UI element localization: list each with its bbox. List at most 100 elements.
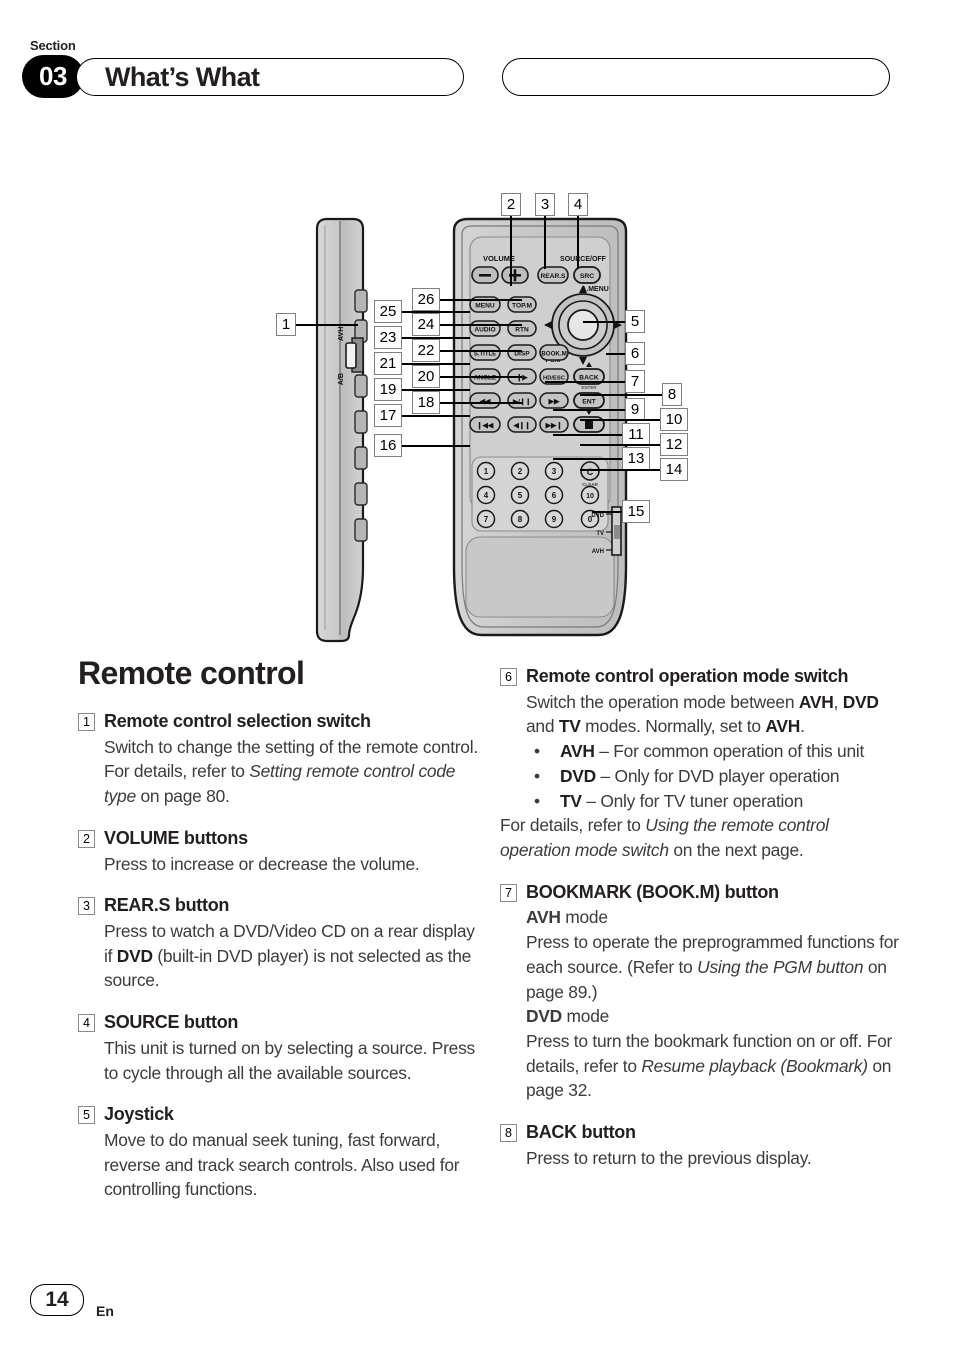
entry-2: 2 VOLUME buttons Press to increase or de… (78, 827, 478, 876)
entry-1: 1 Remote control selection switch Switch… (78, 710, 478, 809)
svg-text:ENT: ENT (582, 399, 596, 406)
entry-8: 8 BACK button Press to return to the pre… (500, 1121, 900, 1170)
leader-line-8 (580, 394, 662, 396)
mode-switch-label-tv: TV (596, 531, 604, 537)
callout-16: 16 (374, 434, 402, 457)
svg-text:❙◀◀: ❙◀◀ (477, 422, 494, 430)
bullet-item: DVD – Only for DVD player operation (526, 764, 900, 789)
callout-10: 10 (660, 408, 688, 431)
callout-20: 20 (412, 365, 440, 388)
entry-title: BOOKMARK (BOOK.M) button (526, 881, 779, 902)
entry-6: 6 Remote control operation mode switch S… (500, 665, 900, 863)
svg-text:AUDIO: AUDIO (474, 327, 495, 334)
callout-9: 9 (625, 398, 645, 421)
entry-6-bullets: AVH – For common operation of this unit … (526, 739, 900, 813)
callout-1: 1 (276, 313, 296, 336)
callout-12: 12 (660, 433, 688, 456)
callout-19: 19 (374, 378, 402, 401)
entry-body: This unit is turned on by selecting a so… (104, 1037, 475, 1083)
entry-body-2: For details, refer to Using the remote c… (500, 815, 829, 860)
leader-line-20 (440, 376, 522, 378)
remote-control-figure: AVH A/B 1 VOLUME SOURCE/OFF A.MENU PGM (0, 180, 954, 650)
entry-title: VOLUME buttons (104, 827, 248, 848)
mode-label-avh: AVH mode (526, 907, 608, 928)
leader-line-17 (402, 415, 470, 418)
svg-text:TOP.M: TOP.M (512, 303, 532, 310)
leader-line-4 (577, 216, 579, 269)
leader-line-1 (296, 324, 358, 326)
entry-title: Remote control operation mode switch (526, 666, 849, 686)
entry-body: Press to return to the previous display. (526, 1147, 812, 1168)
mode-switch-label-dvd: DVD (591, 513, 604, 519)
svg-text:9: 9 (552, 515, 557, 524)
leader-line-13 (553, 458, 622, 460)
entry-number: 7 (500, 883, 517, 902)
leader-line-26 (440, 299, 522, 301)
svg-text:5: 5 (518, 491, 523, 500)
callout-18: 18 (412, 391, 440, 414)
entry-number: 1 (78, 713, 95, 731)
entry-number: 8 (500, 1124, 517, 1143)
page-title: What’s What (105, 62, 260, 92)
callout-13: 13 (622, 447, 650, 470)
entry-number: 2 (78, 829, 95, 848)
svg-text:6: 6 (552, 491, 557, 500)
svg-text:8: 8 (518, 515, 523, 524)
leader-line-11 (553, 434, 622, 436)
callout-26: 26 (412, 288, 440, 311)
page-header: Section 03 What’s What (0, 0, 954, 140)
callout-6: 6 (625, 342, 645, 365)
right-column: 6 Remote control operation mode switch S… (500, 665, 900, 1189)
svg-text:▶▶❙: ▶▶❙ (545, 422, 563, 430)
callout-7: 7 (625, 370, 645, 393)
svg-text:3: 3 (552, 467, 557, 476)
leader-line-2 (510, 216, 512, 286)
leader-line-6 (606, 353, 625, 355)
callout-24: 24 (412, 313, 440, 336)
leader-line-15 (592, 511, 622, 513)
callout-14: 14 (660, 458, 688, 481)
svg-text:S.TITLE: S.TITLE (474, 352, 496, 358)
entry-title: SOURCE button (104, 1012, 239, 1033)
leader-line-9 (553, 409, 625, 411)
label-source-off: SOURCE/OFF (560, 256, 607, 263)
callout-17: 17 (374, 404, 402, 427)
header-pill-right (502, 58, 890, 96)
mode-label-dvd: DVD mode (526, 1006, 610, 1027)
leader-line-7 (545, 381, 625, 383)
section-word: Section (30, 38, 76, 53)
leader-line-24 (440, 324, 522, 326)
svg-text:2: 2 (518, 467, 523, 476)
svg-text:◀❙❙: ◀❙❙ (512, 422, 530, 430)
mode-switch-label-avh: AVH (592, 549, 604, 555)
svg-text:RTN: RTN (515, 327, 529, 334)
entry-body: Press to operate the preprogrammed funct… (526, 932, 899, 1002)
entry-body: Move to do manual seek tuning, fast forw… (104, 1130, 460, 1200)
language-code: En (96, 1303, 114, 1319)
side-switch-label-avh: AVH (338, 327, 345, 341)
side-switch-label-ab: A/B (338, 373, 345, 385)
entry-body-2: Press to turn the bookmark function on o… (526, 1030, 893, 1101)
svg-text:4: 4 (484, 491, 489, 500)
entry-body: Press to watch a DVD/Video CD on a rear … (104, 921, 475, 991)
svg-text:SRC: SRC (580, 273, 594, 280)
section-heading: Remote control (78, 655, 305, 691)
callout-15: 15 (622, 500, 650, 523)
entry-title: Remote control selection switch (104, 711, 371, 731)
section-number-badge: 03 (22, 55, 84, 98)
entry-number: 4 (78, 1014, 95, 1033)
entry-title: Joystick (104, 1104, 174, 1125)
svg-text:REAR.S: REAR.S (541, 273, 567, 280)
svg-text:10: 10 (586, 493, 594, 500)
leader-line-12 (580, 444, 660, 446)
bullet-item: AVH – For common operation of this unit (526, 739, 900, 764)
callout-23: 23 (374, 326, 402, 349)
remote-side-view: AVH A/B (315, 217, 368, 643)
entry-title: REAR.S button (104, 895, 230, 916)
entry-4: 4 SOURCE button This unit is turned on b… (78, 1011, 478, 1085)
svg-text:BOOK.M: BOOK.M (541, 351, 566, 358)
leader-line-22 (440, 350, 522, 352)
svg-text:MENU: MENU (475, 303, 495, 310)
svg-text:ENTER: ENTER (582, 385, 598, 390)
callout-22: 22 (412, 339, 440, 362)
